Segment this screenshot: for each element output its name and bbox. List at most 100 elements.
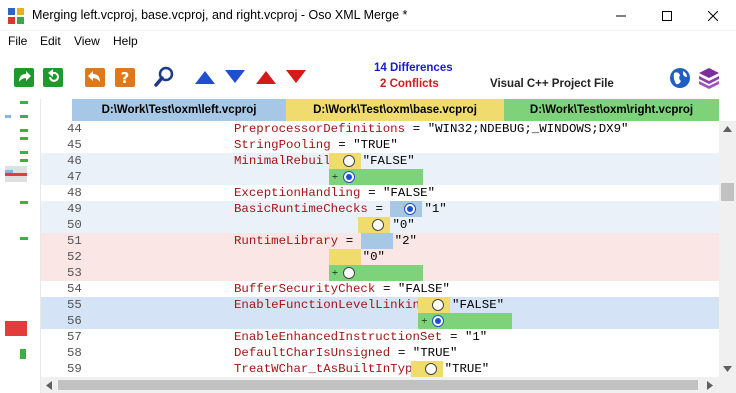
right-choice-cell[interactable]: ÷ (328, 169, 423, 185)
base-choice-cell[interactable] (410, 361, 443, 377)
right-file-header[interactable]: D:\Work\Test\oxm\right.vcproj (504, 99, 719, 121)
next-conflict-button[interactable] (284, 65, 308, 89)
right-choice-radio[interactable] (432, 315, 445, 327)
attribute-value: "FALSE" (397, 282, 450, 296)
base-choice-value: "FALSE" (452, 298, 505, 312)
base-choice-cell[interactable] (358, 217, 391, 233)
globe-button[interactable] (668, 65, 692, 89)
code-line[interactable]: 56 ÷ (41, 313, 719, 329)
right-choice-radio[interactable] (342, 171, 355, 183)
code-line[interactable]: 57 EnableEnhancedInstructionSet = "1" (41, 329, 719, 345)
base-choice-cell[interactable] (328, 249, 361, 265)
right-choice-cell[interactable]: ÷ (328, 265, 423, 281)
overview-right-marker (20, 159, 28, 162)
scroll-down-icon[interactable] (723, 366, 732, 372)
base-choice-radio[interactable] (372, 219, 385, 231)
overview-left-marker (5, 115, 11, 118)
base-choice-radio[interactable] (432, 299, 445, 311)
equals-sign: = (375, 282, 398, 296)
left-file-header[interactable]: D:\Work\Test\oxm\left.vcproj (72, 99, 286, 121)
take-right-button[interactable] (84, 65, 108, 89)
code-line[interactable]: 50 "0" (41, 217, 719, 233)
menu-file[interactable]: File (8, 34, 27, 48)
horizontal-scroll-thumb[interactable] (58, 380, 698, 390)
menu-view[interactable]: View (74, 34, 100, 48)
attribute-value: "FALSE" (383, 186, 436, 200)
minimize-button[interactable] (598, 0, 644, 31)
attribute-name: ExceptionHandling (234, 186, 361, 200)
code-line[interactable]: 46MinimalRebuild = "FALSE" (41, 153, 719, 169)
differences-count: 14 Differences (374, 62, 453, 74)
globe-icon (670, 68, 690, 88)
base-choice-radio[interactable] (342, 155, 355, 167)
attribute-name: TreatWChar_tAsBuiltInType (234, 362, 420, 376)
maximize-button[interactable] (644, 0, 690, 31)
attribute-name: EnableEnhancedInstructionSet (234, 330, 443, 344)
vertical-scroll-thumb[interactable] (721, 183, 734, 201)
next-difference-button[interactable] (223, 65, 247, 89)
difference-overview[interactable] (0, 99, 40, 393)
find-button[interactable] (153, 65, 177, 89)
base-choice-cell[interactable] (328, 153, 361, 169)
code-line[interactable]: 47 ÷ (41, 169, 719, 185)
code-line[interactable]: 45 StringPooling = "TRUE" (41, 137, 719, 153)
line-number: 49 (67, 202, 82, 216)
attribute-name: DefaultCharIsUnsigned (234, 346, 391, 360)
left-choice-radio[interactable] (404, 203, 417, 215)
conflicts-count: 2 Conflicts (380, 78, 439, 90)
left-choice-cell[interactable] (360, 233, 393, 249)
line-number: 51 (67, 234, 82, 248)
stack-button[interactable] (697, 65, 721, 89)
menu-bar: File Edit View Help (0, 31, 736, 51)
line-number: 54 (67, 282, 82, 296)
overview-right-marker (20, 237, 28, 240)
maximize-icon (662, 10, 672, 21)
next-conflict-icon (286, 70, 306, 83)
take-left-right-icon (14, 68, 34, 87)
code-line[interactable]: 48 ExceptionHandling = "FALSE" (41, 185, 719, 201)
scroll-corner (719, 377, 736, 393)
previous-conflict-button[interactable] (254, 65, 278, 89)
code-line[interactable]: 44 PreprocessorDefinitions = "WIN32;NDEBU… (41, 121, 719, 137)
help-conflict-icon: ? (115, 68, 135, 87)
take-left-right-button[interactable] (13, 65, 37, 89)
close-button[interactable] (690, 0, 736, 31)
attribute-name: PreprocessorDefinitions (234, 122, 406, 136)
help-conflict-button[interactable]: ? (114, 65, 138, 89)
base-file-header[interactable]: D:\Work\Test\oxm\base.vcproj (286, 99, 504, 121)
code-line[interactable]: 52 "0" (41, 249, 719, 265)
code-line[interactable]: 51 RuntimeLibrary = "2" (41, 233, 719, 249)
overview-right-marker (20, 115, 28, 118)
equals-sign: = (330, 138, 354, 152)
horizontal-scrollbar[interactable] (41, 377, 719, 393)
take-left-all-button[interactable] (42, 65, 66, 89)
code-line[interactable]: 58 DefaultCharIsUnsigned = "TRUE" (41, 345, 719, 361)
base-choice-radio[interactable] (424, 363, 437, 375)
right-choice-radio[interactable] (342, 267, 355, 279)
merge-view[interactable]: 44 PreprocessorDefinitions = "WIN32;NDEBU… (41, 121, 719, 377)
line-number: 47 (67, 170, 82, 184)
vertical-scrollbar[interactable] (719, 121, 736, 377)
code-line[interactable]: 59TreatWChar_tAsBuiltInType = "TRUE" (41, 361, 719, 377)
right-choice-cell[interactable]: ÷ (418, 313, 513, 329)
scroll-left-icon[interactable] (46, 381, 52, 390)
menu-edit[interactable]: Edit (40, 34, 61, 48)
code-line[interactable]: 55EnableFunctionLevelLinking = "FALSE" (41, 297, 719, 313)
menu-help[interactable]: Help (113, 34, 138, 48)
left-choice-cell[interactable] (390, 201, 423, 217)
line-number: 50 (67, 218, 82, 232)
previous-difference-button[interactable] (193, 65, 217, 89)
scroll-right-icon[interactable] (707, 381, 713, 390)
code-line[interactable]: 49 BasicRuntimeChecks = "1" (41, 201, 719, 217)
overview-right-marker (20, 151, 28, 154)
attribute-value: "WIN32;NDEBUG;_WINDOWS;DX9" (427, 122, 629, 136)
code-line[interactable]: 54 BufferSecurityCheck = "FALSE" (41, 281, 719, 297)
line-number: 45 (67, 138, 82, 152)
base-choice-cell[interactable] (418, 297, 451, 313)
code-line[interactable]: 53 ÷ (41, 265, 719, 281)
scroll-up-icon[interactable] (723, 126, 732, 132)
combine-marker: ÷ (421, 316, 428, 325)
attribute-name: RuntimeLibrary (234, 234, 339, 248)
equals-sign: = (390, 346, 413, 360)
take-right-icon (85, 68, 105, 87)
